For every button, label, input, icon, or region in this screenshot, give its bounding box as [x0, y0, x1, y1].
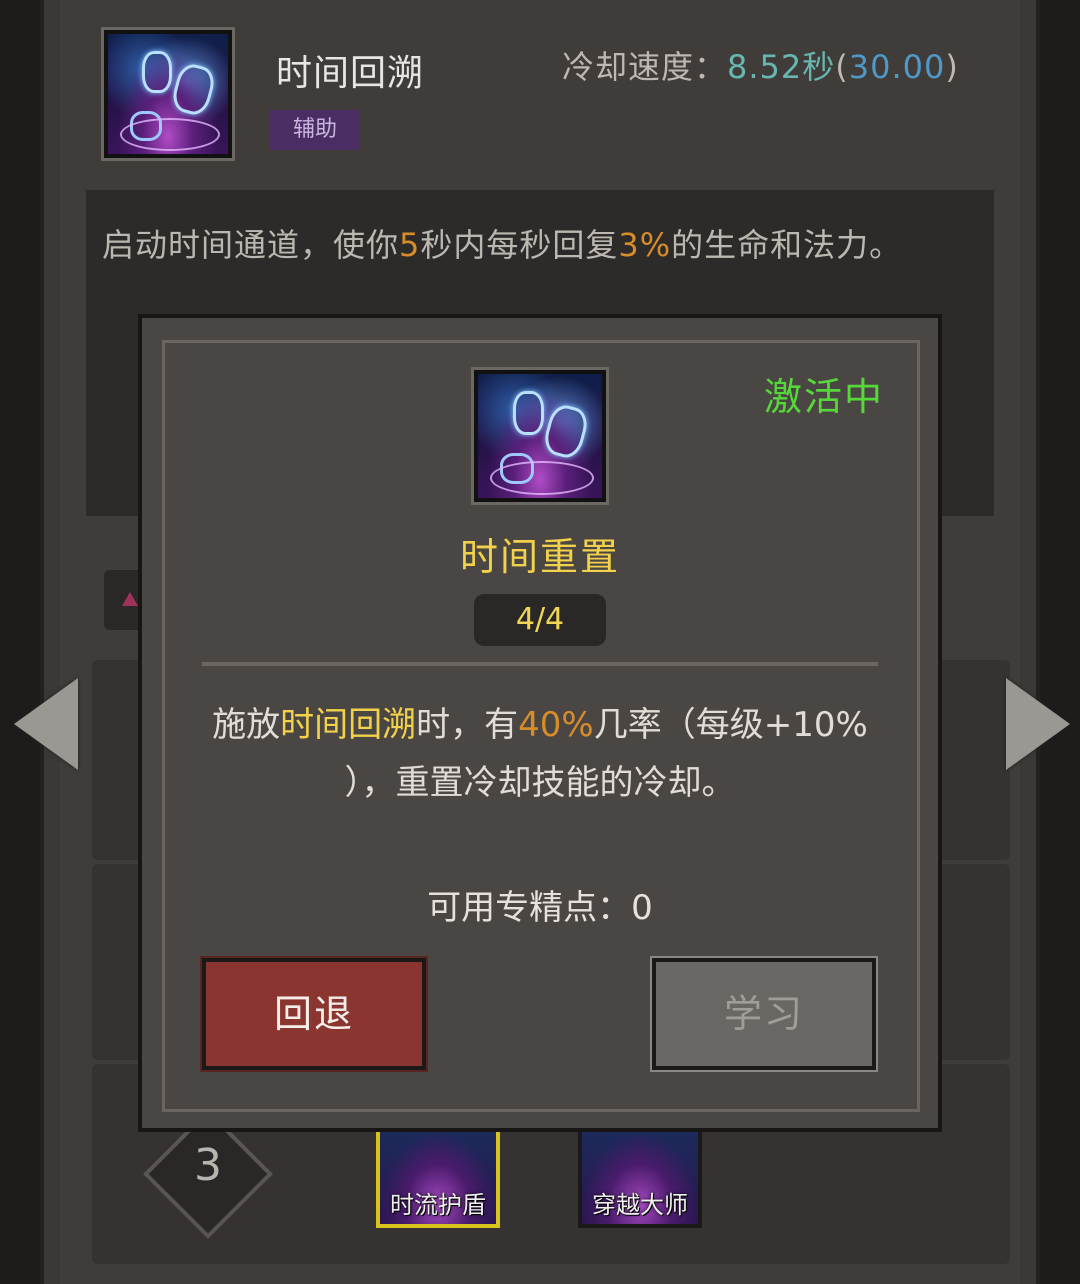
skill-tag: 辅助	[270, 110, 360, 150]
desc-skill-ref: 时间回溯	[280, 705, 417, 745]
skill-title: 时间回溯	[276, 53, 425, 94]
next-arrow-icon[interactable]	[1006, 678, 1070, 770]
skill-icon	[101, 27, 235, 161]
cooldown-label: 冷却速度：	[562, 48, 728, 86]
desc-part: 几率（每级+10%	[593, 705, 868, 745]
talent-level: 4/4	[474, 594, 606, 646]
desc-part: 秒内每秒回复	[420, 226, 619, 264]
desc-part: ），重置冷却技能的冷却。	[344, 763, 736, 803]
divider	[202, 662, 878, 666]
cooldown-base: 30.00	[848, 48, 946, 86]
desc-part: 时，有	[416, 705, 519, 745]
talent-icon-travel-master[interactable]: 穿越大师	[578, 1128, 702, 1228]
talent-name: 时间重置	[459, 535, 620, 579]
cooldown-info: 冷却速度：8.52秒(30.00)	[562, 48, 959, 86]
desc-part: 施放	[212, 705, 281, 745]
talent-label: 时流护盾	[390, 1191, 486, 1219]
learn-button[interactable]: 学习	[650, 956, 878, 1072]
desc-part: 的生命和法力。	[671, 226, 903, 264]
status-label: 激活中	[764, 375, 885, 419]
tier-number: 3	[194, 1140, 222, 1191]
desc-part: 启动时间通道，使你	[102, 226, 400, 264]
desc-chance: 40%	[518, 705, 594, 745]
desc-duration: 5	[399, 226, 421, 264]
talent-icon	[471, 367, 609, 505]
available-points: 可用专精点：0	[427, 888, 653, 928]
talent-icon-time-shield[interactable]: 时流护盾	[376, 1128, 500, 1228]
desc-percent: 3%	[618, 226, 672, 264]
talent-label: 穿越大师	[592, 1191, 688, 1219]
skill-description: 启动时间通道，使你5秒内每秒回复3%的生命和法力。	[102, 220, 902, 266]
cooldown-value: 8.52秒	[727, 48, 836, 86]
back-button[interactable]: 回退	[200, 956, 428, 1072]
previous-arrow-icon[interactable]	[14, 678, 78, 770]
talent-description: 施放时间回溯时，有40%几率（每级+10% ），重置冷却技能的冷却。	[204, 696, 876, 812]
